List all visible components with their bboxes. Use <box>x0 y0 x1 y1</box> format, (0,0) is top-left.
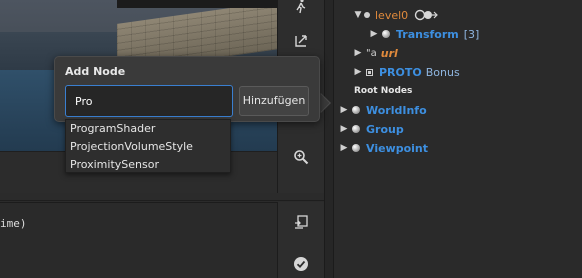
panel-divider[interactable] <box>324 0 334 278</box>
collapse-arrow-icon[interactable]: ▶ <box>338 143 350 153</box>
collapse-arrow-icon[interactable]: ▶ <box>338 124 350 134</box>
pick-icon[interactable] <box>291 33 311 53</box>
tree-label-group: Group <box>366 122 404 136</box>
tree-proto-name: Bonus <box>425 65 460 79</box>
collapse-arrow-icon[interactable]: ▶ <box>352 67 364 77</box>
expand-arrow-icon[interactable]: ▼ <box>352 10 364 20</box>
node-sphere-icon <box>382 30 390 38</box>
viewport-dark-top <box>117 0 277 8</box>
tree-label-viewpoint: Viewpoint <box>366 141 429 155</box>
autocomplete-item[interactable]: ProgramShader <box>66 120 230 138</box>
tree-row-worldinfo[interactable]: ▶ WorldInfo <box>338 101 427 119</box>
console-text: ime) <box>0 217 27 230</box>
collapse-arrow-icon[interactable]: ▶ <box>368 29 380 39</box>
tree-label-transform: Transform <box>396 27 459 41</box>
tree-row-proto[interactable]: ▶ PROTO Bonus <box>352 63 460 81</box>
add-node-button[interactable]: Hinzufügen <box>239 86 309 116</box>
tree-label-url: url <box>380 46 398 60</box>
add-node-popup: Add Node Hinzufügen <box>54 56 320 122</box>
node-sphere-icon <box>352 125 360 133</box>
tree-row-group[interactable]: ▶ Group <box>338 120 404 138</box>
scene-tree: ▼ level0 ▶ Transform [3] ▶ "a url ▶ PROT… <box>334 0 582 278</box>
route-icon[interactable] <box>414 9 444 21</box>
walk-icon[interactable] <box>291 0 311 18</box>
node-sphere-icon <box>352 144 360 152</box>
console-toolbar <box>278 202 324 278</box>
autocomplete-list: ProgramShader ProjectionVolumeStyle Prox… <box>65 119 231 173</box>
collapse-arrow-icon[interactable]: ▶ <box>352 48 364 58</box>
node-sphere-icon <box>352 106 360 114</box>
node-dot-icon <box>364 12 370 18</box>
console-panel[interactable]: ime) <box>0 202 278 278</box>
popup-title: Add Node <box>65 65 126 78</box>
tree-label-level0: level0 <box>375 8 409 22</box>
string-field-prefix: "a <box>366 47 377 59</box>
root-nodes-label: Root Nodes <box>354 86 413 96</box>
export-icon[interactable] <box>291 214 311 234</box>
tree-row-transform[interactable]: ▶ Transform [3] <box>368 25 480 43</box>
tree-label-worldinfo: WorldInfo <box>366 103 427 117</box>
tree-count-transform: [3] <box>463 27 480 41</box>
autocomplete-item[interactable]: ProjectionVolumeStyle <box>66 138 230 156</box>
tree-label-proto: PROTO <box>379 65 422 79</box>
collapse-arrow-icon[interactable]: ▶ <box>338 105 350 115</box>
tree-row-level0[interactable]: ▼ level0 <box>352 6 444 24</box>
node-search-input[interactable] <box>65 85 233 117</box>
tree-row-url[interactable]: ▶ "a url <box>352 44 398 62</box>
proto-icon <box>366 68 373 76</box>
zoom-icon[interactable] <box>291 149 311 169</box>
panel-splitter[interactable] <box>0 193 324 201</box>
tree-row-viewpoint[interactable]: ▶ Viewpoint <box>338 139 428 157</box>
autocomplete-item[interactable]: ProximitySensor <box>66 156 230 174</box>
check-icon[interactable] <box>291 256 311 276</box>
